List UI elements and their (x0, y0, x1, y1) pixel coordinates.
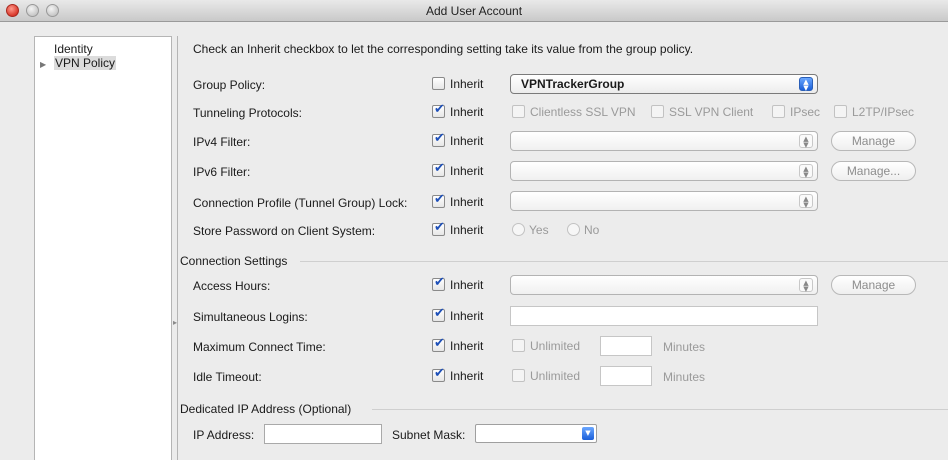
store-password-label: Store Password on Client System: (193, 224, 376, 238)
max-connect-unlimited-checkbox[interactable]: Unlimited (512, 339, 580, 355)
checkbox-box (432, 275, 445, 291)
simultaneous-logins-input[interactable] (510, 306, 818, 326)
idle-timeout-minutes-input[interactable] (600, 366, 652, 386)
inherit-hint-text: Check an Inherit checkbox to let the cor… (193, 42, 694, 56)
ipv4-filter-select[interactable]: ▲ ▼ (510, 131, 818, 151)
tunnel-group-lock-label: Connection Profile (Tunnel Group) Lock: (193, 196, 408, 210)
section-divider (372, 409, 948, 410)
l2tp-ipsec-checkbox[interactable]: L2TP/IPsec (834, 105, 914, 121)
ipv6-inherit-checkbox[interactable]: Inherit (432, 161, 483, 180)
ipv6-filter-label: IPv6 Filter: (193, 165, 251, 179)
popup-arrows-icon: ▲ ▼ (799, 164, 813, 179)
ipv4-filter-label: IPv4 Filter: (193, 135, 251, 149)
panel-divider (177, 36, 178, 460)
popup-arrows-icon: ▲ ▼ (799, 278, 813, 293)
max-connect-minutes-input[interactable] (600, 336, 652, 356)
checkbox-box (432, 161, 445, 177)
popup-arrows-icon: ▲ ▼ (799, 194, 813, 209)
access-hours-manage-button[interactable]: Manage (831, 275, 916, 295)
ipv6-filter-select[interactable]: ▲ ▼ (510, 161, 818, 181)
ipv6-manage-button[interactable]: Manage... (831, 161, 916, 181)
ip-address-input[interactable] (264, 424, 382, 444)
store-password-inherit-checkbox[interactable]: Inherit (432, 220, 483, 239)
group-policy-label: Group Policy: (193, 78, 266, 92)
store-password-yes-radio[interactable]: Yes (512, 223, 549, 239)
ipv4-manage-button[interactable]: Manage (831, 131, 916, 151)
tunnel-group-lock-select[interactable]: ▲ ▼ (510, 191, 818, 211)
idle-timeout-label: Idle Timeout: (193, 370, 262, 384)
navigation-tree: Identity ▶ VPN Policy (34, 36, 172, 460)
ipsec-checkbox[interactable]: IPsec (772, 105, 820, 121)
checkbox-box (432, 306, 445, 322)
ssl-vpn-client-checkbox[interactable]: SSL VPN Client (651, 105, 753, 121)
checkbox-box (432, 77, 445, 90)
group-policy-select[interactable]: VPNTrackerGroup ▲ ▼ (510, 74, 818, 94)
max-connect-unit: Minutes (663, 340, 706, 354)
max-connect-time-label: Maximum Connect Time: (193, 340, 326, 354)
ip-address-label: IP Address: (193, 428, 255, 442)
popup-arrows-icon: ▲ ▼ (799, 134, 813, 149)
simultaneous-logins-label: Simultaneous Logins: (193, 310, 308, 324)
subnet-mask-label: Subnet Mask: (392, 428, 466, 442)
simultaneous-inherit-checkbox[interactable]: Inherit (432, 306, 483, 325)
tree-item-vpn-policy[interactable]: ▶ VPN Policy (40, 56, 117, 70)
tree-item-identity[interactable]: Identity (54, 42, 93, 56)
access-hours-inherit-checkbox[interactable]: Inherit (432, 275, 483, 294)
store-password-no-radio[interactable]: No (567, 223, 599, 239)
section-divider (300, 261, 948, 262)
max-connect-inherit-checkbox[interactable]: Inherit (432, 336, 483, 355)
dedicated-ip-heading: Dedicated IP Address (Optional) (180, 402, 352, 416)
title-bar: Add User Account (0, 0, 948, 22)
idle-timeout-inherit-checkbox[interactable]: Inherit (432, 366, 483, 385)
checkbox-box (432, 102, 445, 118)
ipv4-inherit-checkbox[interactable]: Inherit (432, 131, 483, 150)
checkbox-box (432, 366, 445, 382)
disclosure-triangle-icon[interactable]: ▶ (40, 60, 50, 69)
idle-timeout-unit: Minutes (663, 370, 706, 384)
tree-item-label: VPN Policy (54, 56, 117, 70)
group-policy-selected-value: VPNTrackerGroup (521, 77, 625, 91)
access-hours-label: Access Hours: (193, 279, 271, 293)
connection-settings-heading: Connection Settings (180, 254, 288, 268)
window-title: Add User Account (425, 4, 523, 18)
tunnel-lock-inherit-checkbox[interactable]: Inherit (432, 192, 483, 211)
checkbox-box (432, 192, 445, 208)
tree-item-label: Identity (54, 42, 93, 56)
popup-arrows-icon: ▲ ▼ (799, 77, 813, 92)
group-policy-inherit-checkbox[interactable]: Inherit (432, 77, 483, 93)
clientless-ssl-vpn-checkbox[interactable]: Clientless SSL VPN (512, 105, 636, 121)
add-user-account-window: Add User Account Identity ▶ VPN Policy ▸ … (0, 0, 948, 460)
idle-timeout-unlimited-checkbox[interactable]: Unlimited (512, 369, 580, 385)
checkbox-box (432, 220, 445, 236)
checkbox-box (432, 336, 445, 352)
combo-arrow-icon[interactable]: ▼ (582, 427, 594, 440)
checkbox-box (432, 131, 445, 147)
tunneling-protocols-label: Tunneling Protocols: (193, 106, 302, 120)
access-hours-select[interactable]: ▲ ▼ (510, 275, 818, 295)
subnet-mask-combo[interactable]: ▼ (475, 424, 597, 443)
tunneling-inherit-checkbox[interactable]: Inherit (432, 102, 483, 121)
